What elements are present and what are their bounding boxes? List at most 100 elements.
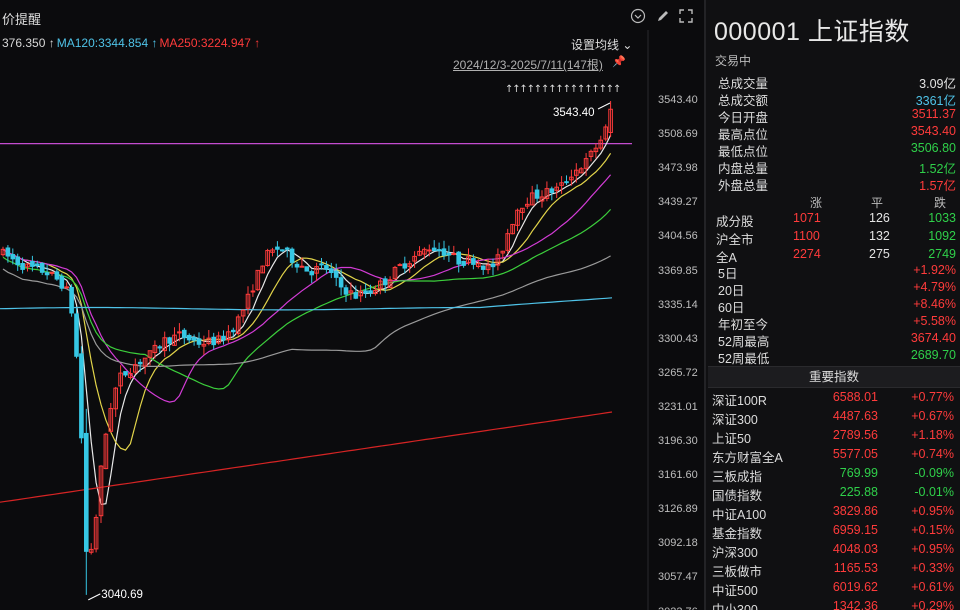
candle-up xyxy=(427,249,432,252)
candle-down xyxy=(534,189,540,199)
breadth-up: 1100 xyxy=(793,229,820,243)
index-row[interactable]: 基金指数 6959.15 +0.15% xyxy=(712,522,956,541)
index-row[interactable]: 深证100R 6588.01 +0.77% xyxy=(712,389,956,408)
index-row[interactable]: 中小300 1342.36 +0.29% xyxy=(712,598,956,610)
breadth-row: 沪全市 1100 132 1092 xyxy=(716,228,956,247)
price-tick-label: 3161.60 xyxy=(658,469,698,482)
candle-down xyxy=(123,371,128,376)
candle-down xyxy=(441,248,447,256)
index-name: 东方财富全A xyxy=(712,451,783,465)
candle-down xyxy=(490,263,496,268)
candle-down xyxy=(30,261,35,267)
index-name: 三板成指 xyxy=(712,470,763,484)
ma-legend-item: MA120:3344.854 ↑ xyxy=(56,36,158,50)
stat-row: 今日开盘 3511.37 xyxy=(718,106,956,125)
date-range-label[interactable]: 2024/12/3-2025/7/11(147根) xyxy=(453,56,603,73)
index-price: 769.99 xyxy=(839,466,878,480)
index-row[interactable]: 三板做市 1165.53 +0.33% xyxy=(712,560,956,579)
breadth-header: 平 xyxy=(871,196,884,210)
candle-down xyxy=(69,286,74,314)
candle-down xyxy=(480,265,486,270)
candle-down xyxy=(382,278,388,286)
index-row[interactable]: 东方财富全A 5577.05 +0.74% xyxy=(712,446,956,465)
index-price: 5577.05 xyxy=(832,447,878,461)
candle-down xyxy=(471,258,476,265)
candle-down xyxy=(329,268,334,274)
index-name: 中证A100 xyxy=(712,508,767,522)
price-tick-label: 3126.89 xyxy=(658,503,698,516)
stat-row: 最低点位 3506.80 xyxy=(718,140,956,159)
candle-down xyxy=(186,334,192,341)
candle-down xyxy=(549,188,555,194)
candle-down xyxy=(333,270,339,278)
candle-down xyxy=(436,249,442,252)
candle-down xyxy=(137,361,143,365)
breadth-row: 成分股 1071 126 1033 xyxy=(716,210,956,229)
candle-down xyxy=(39,262,45,273)
price-tick-label: 3404.56 xyxy=(658,230,698,243)
candle-down xyxy=(74,313,79,357)
index-row[interactable]: 深证300 4487.63 +0.67% xyxy=(712,408,956,427)
index-row[interactable]: 三板成指 769.99 -0.09% xyxy=(712,465,956,484)
candle-down xyxy=(35,263,40,266)
candle-down xyxy=(431,247,437,252)
kline-chart-canvas[interactable]: ↑↑↑↑↑↑↑↑↑↑↑↑↑↑↑↑3543.403040.69 xyxy=(0,0,704,610)
period-value: +1.92% xyxy=(913,263,956,277)
candle-down xyxy=(221,335,226,341)
period-value: +8.46% xyxy=(913,297,956,311)
breadth-up: 1071 xyxy=(793,211,821,225)
candle-down xyxy=(456,251,461,265)
index-change: +0.95% xyxy=(911,504,954,518)
price-tick-label: 3508.69 xyxy=(658,128,698,141)
price-tick-label: 3300.43 xyxy=(658,332,698,345)
pin-icon[interactable]: 📌 xyxy=(612,55,626,68)
price-tick-label: 3022.76 xyxy=(658,606,698,610)
low-marker-label: 3040.69 xyxy=(101,589,143,601)
index-row[interactable]: 中证A100 3829.86 +0.95% xyxy=(712,503,956,522)
period-row: 20日 +4.79% xyxy=(718,279,956,298)
index-change: +0.61% xyxy=(911,580,954,594)
index-name: 中小300 xyxy=(712,603,758,610)
candle-down xyxy=(211,336,216,346)
index-row[interactable]: 沪深300 4048.03 +0.95% xyxy=(712,541,956,560)
ma-legend-item: 376.350 ↑ xyxy=(2,36,55,50)
quote-panel: 000001 上证指数 交易中 总成交量 3.09亿 总成交额 3361亿 今日开盘 35… xyxy=(704,0,960,610)
index-price: 1165.53 xyxy=(833,561,878,575)
ma-settings-dropdown[interactable]: 设置均线 ⌄ xyxy=(571,36,632,53)
ma-legend-item: MA250:3224.947 ↑ xyxy=(159,36,261,50)
index-change: +0.15% xyxy=(911,523,954,537)
candle-down xyxy=(79,353,84,439)
period-row: 年初至今 +5.58% xyxy=(718,313,956,332)
index-list-header: 重要指数 xyxy=(708,366,960,388)
kline-chart-pane[interactable]: ↑ ↑ ↑ ↑ ↑ ↑ ↑ ↑ ↑ ↑ ↑ ↑ ↑ ↑ ↑ ↑ 3543.40 3040.69 价提醒 376.3… xyxy=(0,0,704,610)
candle-down xyxy=(231,329,236,333)
index-change: +0.74% xyxy=(911,447,954,461)
candle-down xyxy=(446,252,452,256)
index-row[interactable]: 国债指数 225.88 -0.01% xyxy=(712,484,956,503)
index-price: 3829.86 xyxy=(832,504,878,518)
index-price: 6959.15 xyxy=(832,523,878,537)
price-tick-label: 3231.01 xyxy=(658,400,698,413)
index-name: 深证300 xyxy=(712,413,758,427)
candle-down xyxy=(304,266,310,272)
fullscreen-icon[interactable] xyxy=(678,8,694,24)
index-change: +0.77% xyxy=(911,390,954,404)
stat-row: 最高点位 3543.40 xyxy=(718,123,956,142)
candle-down xyxy=(191,337,197,341)
chevron-down-icon[interactable] xyxy=(630,8,646,24)
pen-icon[interactable] xyxy=(655,8,671,24)
chart-title: 价提醒 xyxy=(2,12,42,27)
index-row[interactable]: 上证50 2789.56 +1.18% xyxy=(712,427,956,446)
candle-down xyxy=(353,292,359,299)
index-price: 6019.62 xyxy=(832,580,878,594)
candle-down xyxy=(284,247,290,250)
index-change: +1.18% xyxy=(911,428,954,442)
stat-row: 内盘总量 1.52亿 xyxy=(718,157,956,176)
breadth-down: 2749 xyxy=(928,247,956,261)
period-value: 3674.40 xyxy=(910,331,956,345)
index-row[interactable]: 中证500 6019.62 +0.61% xyxy=(712,579,956,598)
ma-settings-label: 设置均线 xyxy=(571,38,620,52)
price-tick-label: 3543.40 xyxy=(658,94,698,106)
candle-down xyxy=(275,246,280,250)
period-row: 52周最低 2689.70 xyxy=(718,347,956,366)
